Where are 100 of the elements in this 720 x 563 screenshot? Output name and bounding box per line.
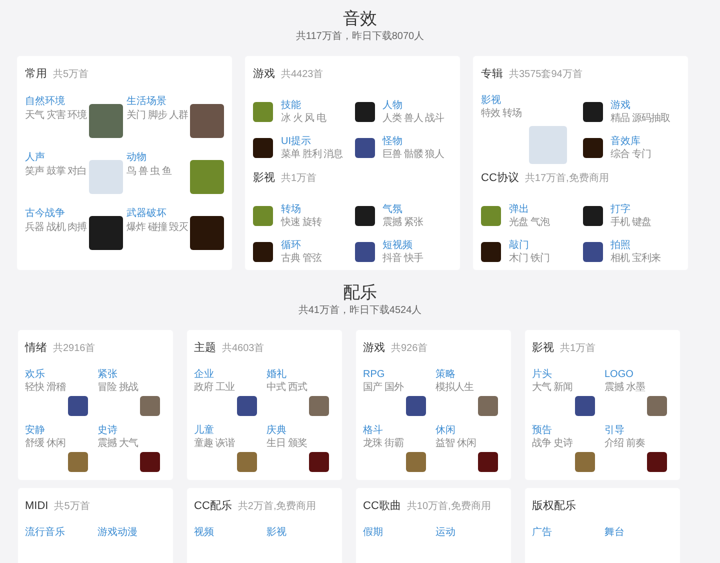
photo-placeholder [309,452,329,472]
category-link[interactable]: 视频 [194,526,214,539]
item-count: 共1万首 [560,342,596,356]
category-link[interactable]: 生活场景 [126,95,188,108]
category-link[interactable]: 弹出 [509,203,550,216]
category-tags: 关门 脚步 人群 [126,109,188,122]
card-heading: 影视 [532,341,554,356]
category-link[interactable]: 婚礼 [266,368,335,381]
category-link[interactable]: 策略 [436,368,504,381]
category-tags: 童趣 诙谐 [194,437,262,450]
category-link[interactable]: LOGO [604,368,673,381]
photo-placeholder [354,206,374,226]
category-tags: 冰 火 风 电 [281,112,326,125]
category-tags: 手机 键盘 [610,216,651,229]
category-tags: 木门 铁门 [509,252,550,265]
category-tags: 精品 源码抽取 [610,112,670,125]
category-link[interactable]: 企业 [194,368,262,381]
category-link[interactable]: 流行音乐 [25,526,65,539]
category-link[interactable]: 游戏动漫 [98,526,138,539]
category-tags: 巨兽 骷髅 狼人 [382,148,444,161]
category-link[interactable]: 自然环境 [25,95,87,108]
category-link[interactable]: 气氛 [382,203,423,216]
section-subtitle: 共117万首，昨日下载8070人 [296,30,424,44]
category-tags: 模拟人生 [436,381,504,394]
category-link[interactable]: 转场 [281,203,322,216]
photo-placeholder [529,126,567,164]
photo-placeholder [406,452,426,472]
category-link[interactable]: 片头 [532,368,600,381]
category-link[interactable]: 音效库 [610,135,651,148]
card-heading: CC配乐 [194,499,232,514]
card-heading: CC协议 [481,171,519,186]
category-link[interactable]: 欢乐 [25,368,94,381]
category-link[interactable]: 古今战争 [25,207,87,220]
category-tags: 国产 国外 [363,381,432,394]
category-link[interactable]: 影视 [481,94,578,107]
category-link[interactable]: 紧张 [98,368,166,381]
photo-placeholder [481,206,501,226]
category-link[interactable]: 动物 [126,151,172,164]
category-tags: 特效 转场 [481,107,578,120]
photo-placeholder [354,138,374,158]
photo-placeholder [190,104,224,138]
category-tags: 生日 颁奖 [266,437,335,450]
category-link[interactable]: 引导 [604,424,673,437]
category-link[interactable]: 广告 [532,526,552,539]
category-tags: 鸟 兽 虫 鱼 [126,165,172,178]
category-link[interactable]: 运动 [436,526,456,539]
photo-placeholder [88,216,122,250]
item-count: 共17万首,免费商用 [524,172,609,186]
category-link[interactable]: 休闲 [436,424,504,437]
category-tags: 冒险 挑战 [98,381,166,394]
category-link[interactable]: 假期 [363,526,383,539]
photo-placeholder [68,396,88,416]
photo-placeholder [478,396,498,416]
item-count: 共5万首 [54,500,90,514]
photo-placeholder [236,396,256,416]
category-link[interactable]: 影视 [266,526,286,539]
card-heading: 专辑 [481,67,503,82]
photo-placeholder [354,102,374,122]
category-tags: 爆炸 碰撞 毁灭 [126,221,188,234]
photo-placeholder [88,104,122,138]
category-link[interactable]: 拍照 [610,239,660,252]
category-tags: 舒缓 休闲 [25,437,94,450]
category-link[interactable]: 安静 [25,424,94,437]
photo-placeholder [582,242,602,262]
photo-placeholder [406,396,426,416]
category-tags: 介绍 前奏 [604,437,673,450]
category-link[interactable]: 敲门 [509,239,550,252]
photo-placeholder [647,452,667,472]
photo-placeholder [574,396,594,416]
category-link[interactable]: 预告 [532,424,600,437]
category-tags: 抖音 快手 [382,252,423,265]
category-link[interactable]: 儿童 [194,424,262,437]
category-link[interactable]: 短视频 [382,239,423,252]
category-link[interactable]: 打字 [610,203,651,216]
photo-placeholder [647,396,667,416]
category-link[interactable]: 舞台 [604,526,624,539]
card-heading: CC歌曲 [363,499,401,514]
category-link[interactable]: 人声 [25,151,87,164]
category-link[interactable]: 庆典 [266,424,335,437]
section-title: 配乐 [343,282,377,304]
category-link[interactable]: 游戏 [610,99,670,112]
category-link[interactable]: 怪物 [382,135,444,148]
category-link[interactable]: RPG [363,368,432,381]
category-link[interactable]: 武器破坏 [126,207,188,220]
category-link[interactable]: 技能 [281,99,326,112]
photo-placeholder [190,216,224,250]
category-tags: 笑声 鼓掌 对白 [25,165,87,178]
item-count: 共4423首 [281,68,324,82]
card-heading: 游戏 [253,67,275,82]
category-link[interactable]: 史诗 [98,424,166,437]
category-tags: 大气 新闻 [532,381,600,394]
category-tags: 龙珠 街霸 [363,437,432,450]
category-link[interactable]: UI提示 [281,135,343,148]
item-count: 共10万首,免费商用 [406,500,491,514]
photo-placeholder [582,138,602,158]
photo-placeholder [253,206,273,226]
category-link[interactable]: 循环 [281,239,322,252]
category-tags: 益智 休闲 [436,437,504,450]
category-link[interactable]: 格斗 [363,424,432,437]
category-link[interactable]: 人物 [382,99,444,112]
